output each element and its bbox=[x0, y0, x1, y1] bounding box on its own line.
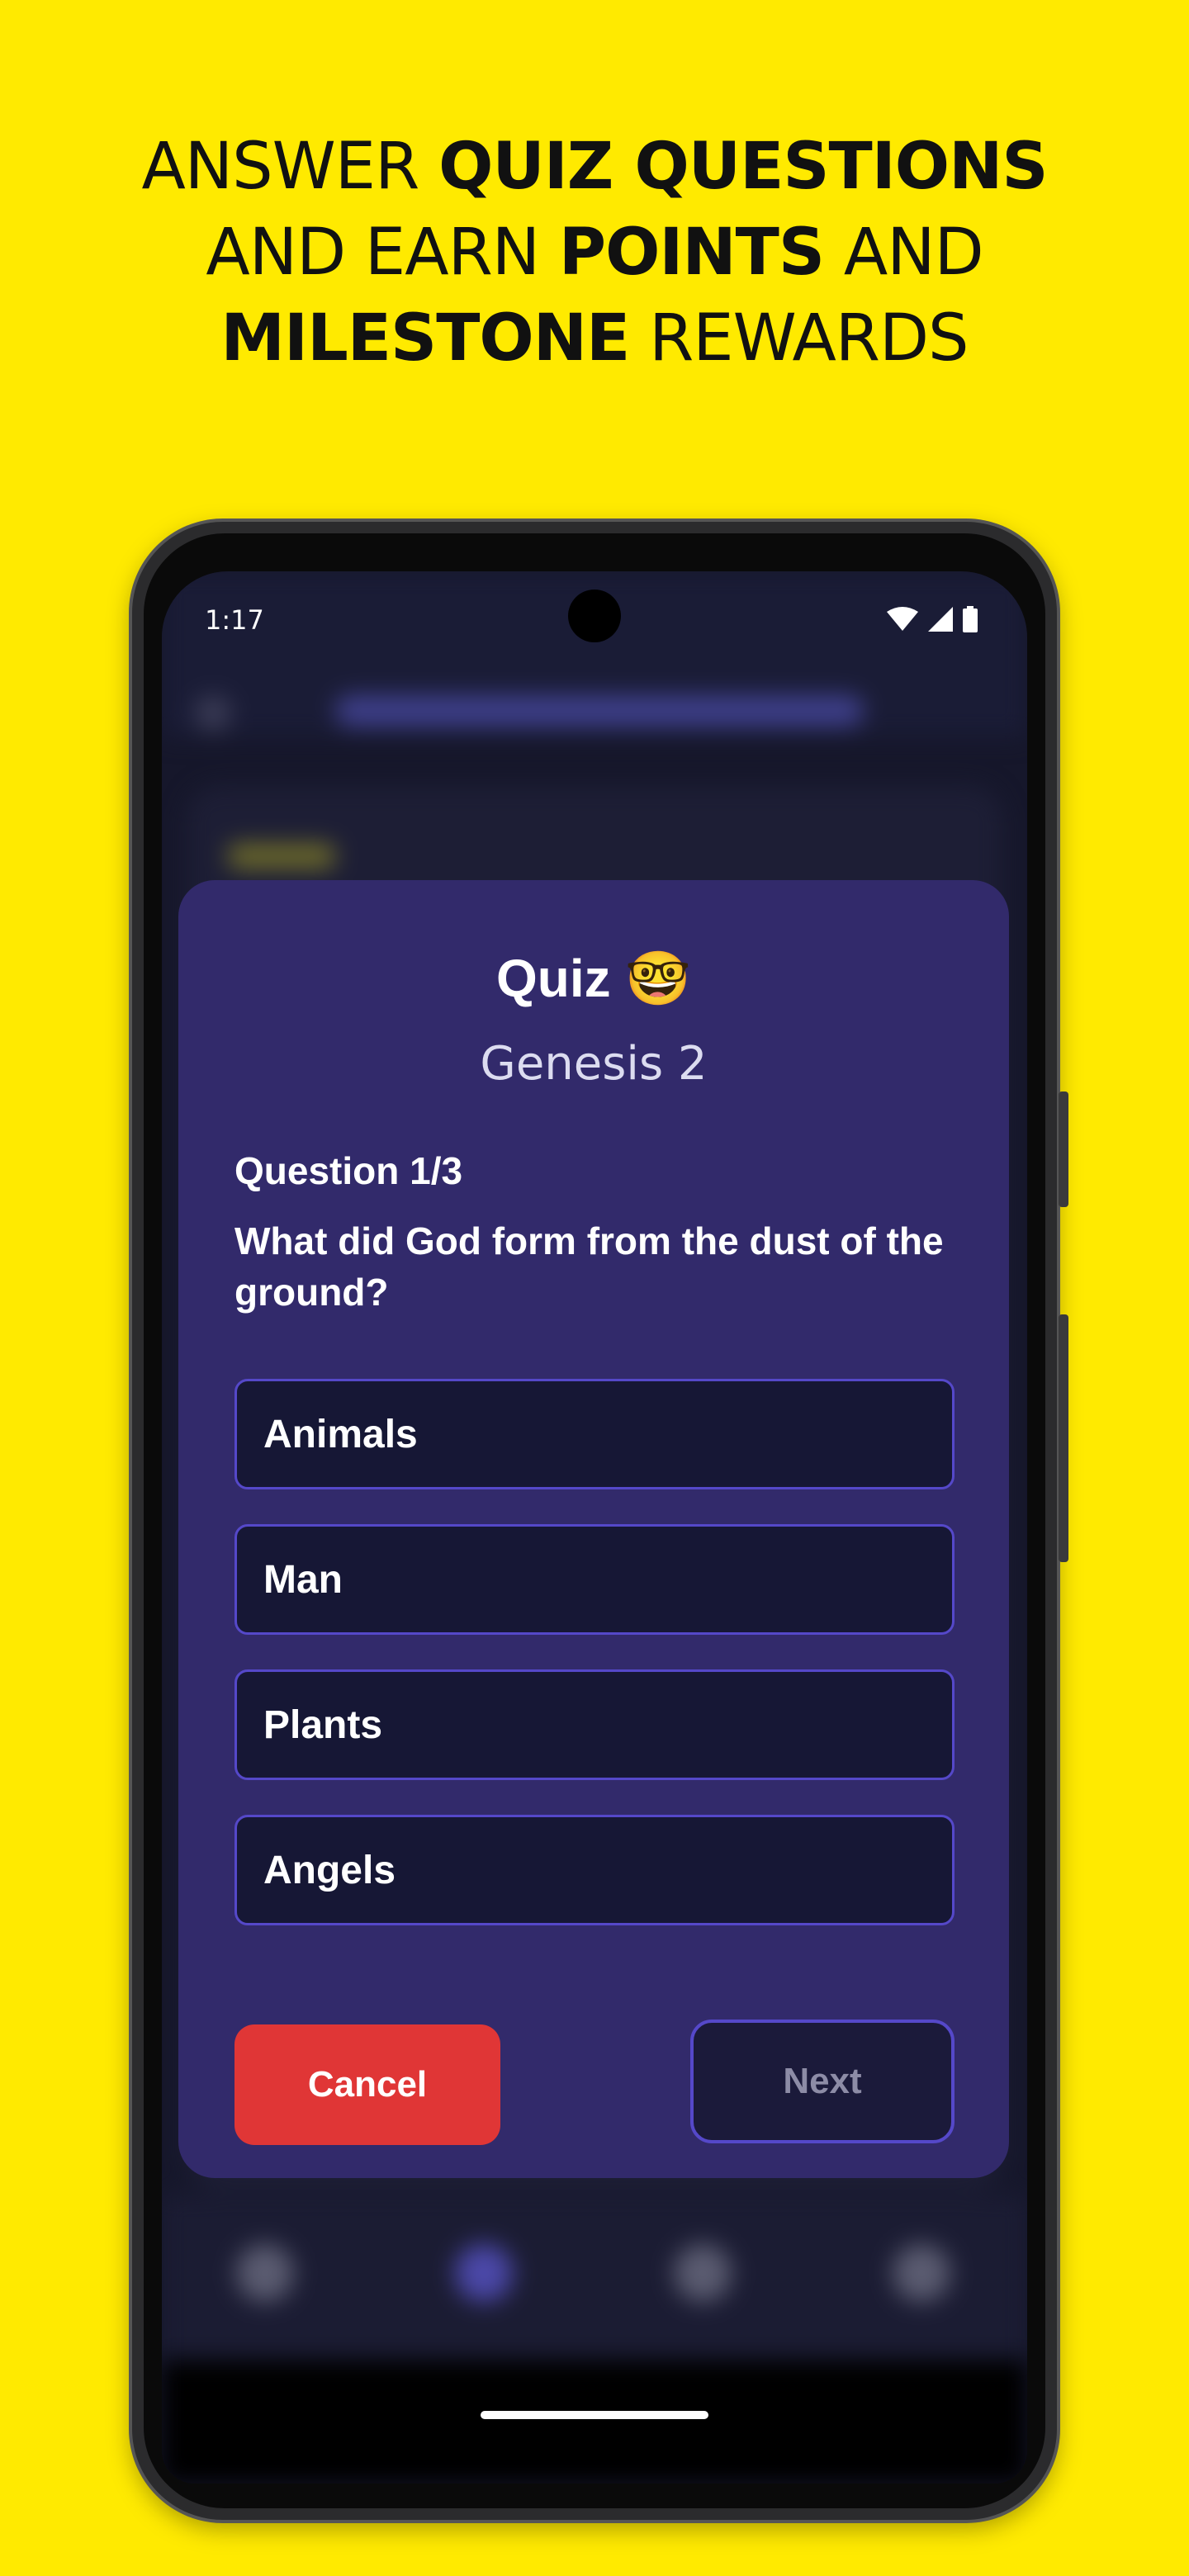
headline-line-2: AND EARN POINTS AND bbox=[0, 210, 1189, 296]
quiz-subtitle: Genesis 2 bbox=[480, 1037, 708, 1091]
status-time: 1:17 bbox=[205, 604, 264, 636]
headline-bold-text: QUIZ QUESTIONS bbox=[438, 130, 1048, 204]
quiz-title: Quiz 🤓 bbox=[495, 949, 692, 1008]
battery-icon bbox=[963, 606, 978, 632]
headline-line-1: ANSWER QUIZ QUESTIONS bbox=[0, 124, 1189, 210]
background-badge bbox=[228, 844, 335, 869]
answer-options: Animals Man Plants Angels bbox=[234, 1379, 955, 1960]
volume-button bbox=[1059, 1091, 1068, 1207]
question-text: What did God form from the dust of the g… bbox=[234, 1219, 944, 1314]
home-indicator[interactable] bbox=[481, 2411, 708, 2419]
headline-text: AND bbox=[824, 215, 984, 290]
wifi-icon bbox=[887, 607, 918, 632]
answer-option-plants[interactable]: Plants bbox=[234, 1669, 955, 1780]
background-nav-icon bbox=[893, 2244, 950, 2302]
background-back-icon bbox=[195, 695, 231, 732]
quiz-dialog: Quiz 🤓 Genesis 2 Question 1/3 What did G… bbox=[178, 880, 1009, 2178]
power-button bbox=[1059, 1314, 1068, 1562]
background-nav-icon bbox=[236, 2244, 294, 2302]
background-title bbox=[335, 695, 864, 727]
question-number: Question 1/3 bbox=[234, 1149, 463, 1192]
background-nav-icon bbox=[455, 2244, 513, 2302]
answer-option-angels[interactable]: Angels bbox=[234, 1815, 955, 1925]
headline-bold-text: MILESTONE bbox=[220, 301, 630, 376]
background-gesture-area bbox=[162, 2360, 1027, 2484]
headline-bold-text: POINTS bbox=[558, 215, 825, 290]
answer-option-animals[interactable]: Animals bbox=[234, 1379, 955, 1489]
answer-option-man[interactable]: Man bbox=[234, 1524, 955, 1635]
status-bar: 1:17 bbox=[162, 571, 1027, 662]
status-icons bbox=[887, 606, 978, 632]
headline-text: REWARDS bbox=[629, 301, 969, 376]
next-button[interactable]: Next bbox=[690, 2020, 955, 2143]
signal-icon bbox=[928, 607, 953, 632]
cancel-button[interactable]: Cancel bbox=[234, 2024, 500, 2145]
promo-headline: ANSWER QUIZ QUESTIONS AND EARN POINTS AN… bbox=[0, 124, 1189, 381]
front-camera bbox=[568, 590, 621, 642]
headline-text: AND EARN bbox=[206, 215, 559, 290]
headline-line-3: MILESTONE REWARDS bbox=[0, 296, 1189, 381]
background-nav-icon bbox=[674, 2244, 732, 2302]
headline-text: ANSWER bbox=[141, 130, 439, 204]
